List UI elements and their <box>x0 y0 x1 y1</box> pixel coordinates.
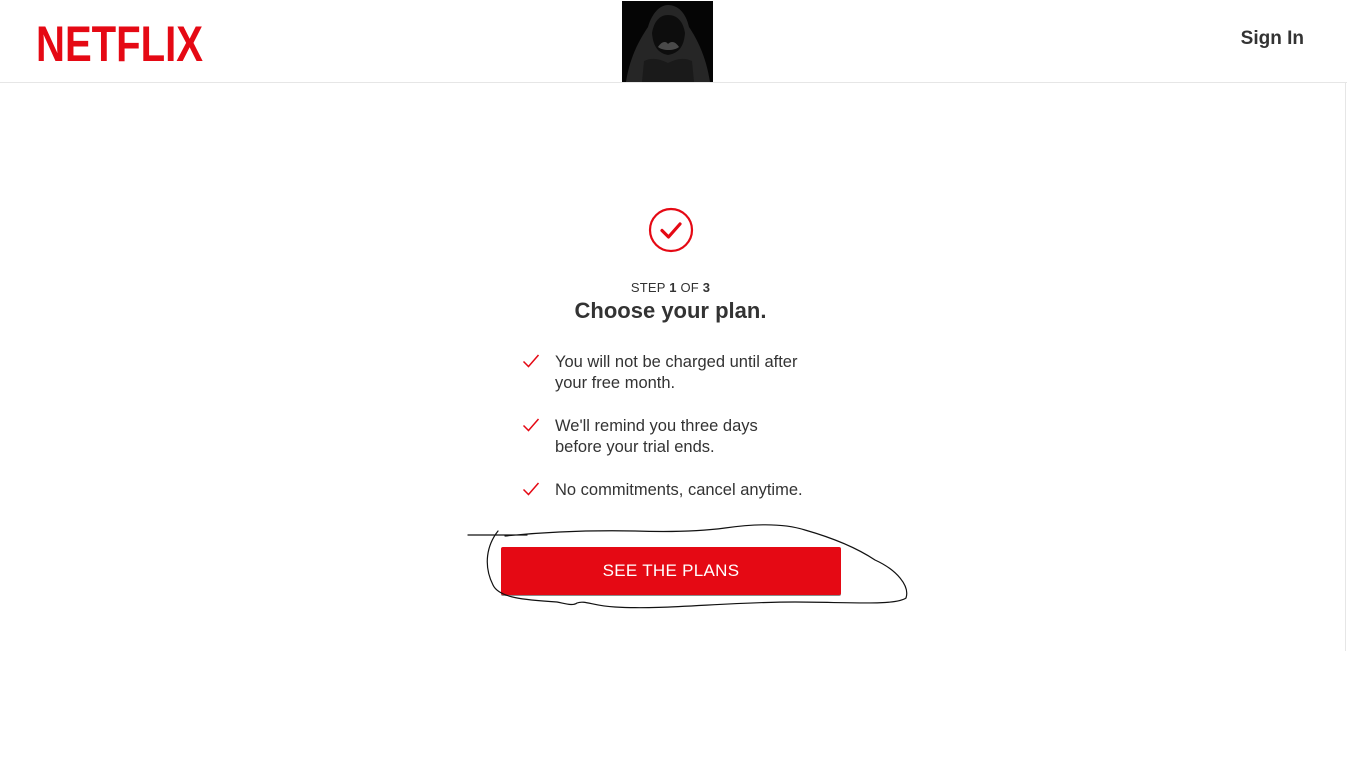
step-indicator: STEP 1 OF 3 <box>0 280 1341 295</box>
benefit-text-line: before your trial ends. <box>555 438 715 456</box>
sign-in-link[interactable]: Sign In <box>1241 28 1304 50</box>
page-title: Choose your plan. <box>574 298 767 323</box>
page-edge-divider <box>1345 83 1346 651</box>
benefit-item: You will not be charged until after your… <box>522 352 845 394</box>
benefit-text-line: No commitments, cancel anytime. <box>555 481 803 499</box>
hooded-figure-image <box>622 1 713 82</box>
benefit-item: No commitments, cancel anytime. <box>522 480 875 501</box>
see-the-plans-button[interactable]: SEE THE PLANS <box>501 547 841 595</box>
benefit-item: We'll remind you three days before your … <box>522 416 815 458</box>
benefit-text-line: We'll remind you three days <box>555 417 758 435</box>
checkmark-icon <box>522 482 540 496</box>
checkmark-icon <box>522 354 540 368</box>
header: NETFLIX Sign In <box>0 0 1347 83</box>
step-total: 3 <box>702 280 711 295</box>
svg-text:NETFLIX: NETFLIX <box>36 16 203 63</box>
checkmark-icon <box>522 418 540 432</box>
benefit-text-line: You will not be charged until after <box>555 353 798 371</box>
check-circle-icon <box>648 207 694 253</box>
profile-avatar <box>622 1 713 82</box>
step-of: OF <box>680 280 699 295</box>
page: NETFLIX Sign In STEP 1 OF 3 Choose your … <box>0 0 1347 768</box>
step-current: 1 <box>669 280 677 295</box>
benefit-text-line: your free month. <box>555 374 676 392</box>
netflix-logo[interactable]: NETFLIX <box>36 15 204 63</box>
step-prefix: STEP <box>630 280 666 295</box>
